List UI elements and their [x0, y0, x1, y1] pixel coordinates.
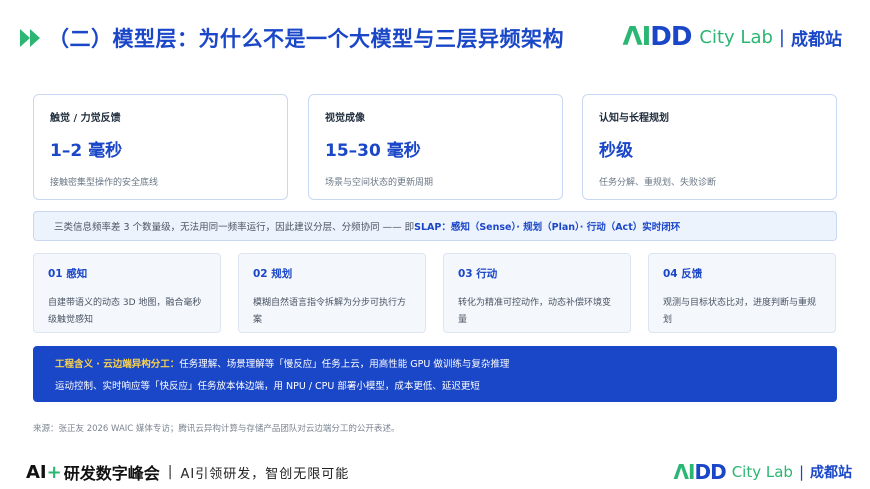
city-lab-label: City Lab — [731, 463, 793, 481]
metric-desc: 场景与空间状态的更新周期 — [325, 178, 434, 188]
brand-separator: | — [778, 26, 785, 48]
step-card-plan: 02 规划 模糊自然语言指令拆解为分步可执行方案 — [238, 253, 426, 333]
footer-separator: | — [167, 464, 173, 480]
site-label: 成都站 — [791, 29, 842, 50]
engineering-key: 工程含义 · 云边端异构分工： — [55, 359, 180, 370]
engineering-line-cloud: 工程含义 · 云边端异构分工：任务理解、场景理解等「慢反应」任务上云，用高性能 … — [55, 359, 510, 370]
double-arrow-icon — [20, 29, 40, 47]
step-title: 04 反馈 — [663, 268, 703, 280]
engineering-line-edge: 运动控制、实时响应等「快反应」任务放本体边端，用 NPU / CPU 部署小模型… — [55, 381, 480, 392]
ai-plus-logo: AI+ — [26, 461, 62, 483]
metric-card-vision: 视觉成像 15–30 毫秒 场景与空间状态的更新周期 — [308, 94, 563, 200]
metric-value: 15–30 毫秒 — [325, 141, 421, 161]
metric-label: 触觉 / 力觉反馈 — [50, 113, 121, 124]
metric-desc: 接触密集型操作的安全底线 — [50, 178, 159, 188]
page-title: （二）模型层：为什么不是一个大模型与三层异频架构 — [48, 27, 564, 51]
aidd-logo: ΛIDD — [673, 460, 727, 484]
step-card-act: 03 行动 转化为精准可控动作，动态补偿环境变量 — [443, 253, 631, 333]
step-desc: 模糊自然语言指令拆解为分步可执行方案 — [253, 298, 407, 325]
summit-name: 研发数字峰会 — [63, 464, 160, 483]
city-lab-label: City Lab — [699, 26, 773, 48]
step-title: 02 规划 — [253, 268, 293, 280]
metric-label: 视觉成像 — [325, 113, 365, 124]
metric-desc: 任务分解、重规划、失败诊断 — [599, 178, 717, 188]
summit-branding: AI+ 研发数字峰会 | AI引领研发，智创无限可能 — [26, 457, 349, 487]
metric-card-cognition: 认知与长程规划 秒级 任务分解、重规划、失败诊断 — [582, 94, 837, 200]
slogan: AI引领研发，智创无限可能 — [180, 466, 350, 482]
frequency-banner: 三类信息频率差 3 个数量级，无法用同一频率运行，因此建议分层、分频协同 —— … — [33, 211, 837, 241]
metric-value: 1–2 毫秒 — [50, 141, 123, 161]
step-title: 03 行动 — [458, 268, 498, 280]
brand-separator: | — [798, 463, 804, 481]
step-card-sense: 01 感知 自建带语义的动态 3D 地图，融合毫秒级触觉感知 — [33, 253, 221, 333]
metric-card-tactile: 触觉 / 力觉反馈 1–2 毫秒 接触密集型操作的安全底线 — [33, 94, 288, 200]
step-desc: 转化为精准可控动作，动态补偿环境变量 — [458, 298, 612, 325]
frequency-text: 三类信息频率差 3 个数量级，无法用同一频率运行，因此建议分层、分频协同 —— … — [54, 222, 415, 233]
brand-logo-top: ΛIDD City Lab | 成都站 — [622, 20, 842, 54]
aidd-logo: ΛIDD — [622, 22, 692, 52]
brand-logo-footer: ΛIDD City Lab | 成都站 — [674, 457, 852, 487]
source-note: 来源：张正友 2026 WAIC 媒体专访；腾讯云异构计算与存储产品团队对云边端… — [33, 424, 400, 434]
step-desc: 自建带语义的动态 3D 地图，融合毫秒级触觉感知 — [48, 298, 202, 325]
step-desc: 观测与目标状态比对，进度判断与重规划 — [663, 298, 817, 325]
step-card-feedback: 04 反馈 观测与目标状态比对，进度判断与重规划 — [648, 253, 836, 333]
title-row: （二）模型层：为什么不是一个大模型与三层异频架构 — [18, 18, 564, 58]
metric-label: 认知与长程规划 — [599, 113, 669, 124]
site-label: 成都站 — [810, 465, 852, 481]
step-title: 01 感知 — [48, 268, 88, 280]
footer: AI+ 研发数字峰会 | AI引领研发，智创无限可能 ΛIDD City Lab… — [0, 455, 870, 489]
metric-value: 秒级 — [599, 141, 633, 161]
slap-summary: SLAP：感知（Sense）· 规划（Plan）· 行动（Act）实时闭环 — [414, 222, 681, 233]
engineering-implication-box: 工程含义 · 云边端异构分工：任务理解、场景理解等「慢反应」任务上云，用高性能 … — [33, 346, 837, 402]
